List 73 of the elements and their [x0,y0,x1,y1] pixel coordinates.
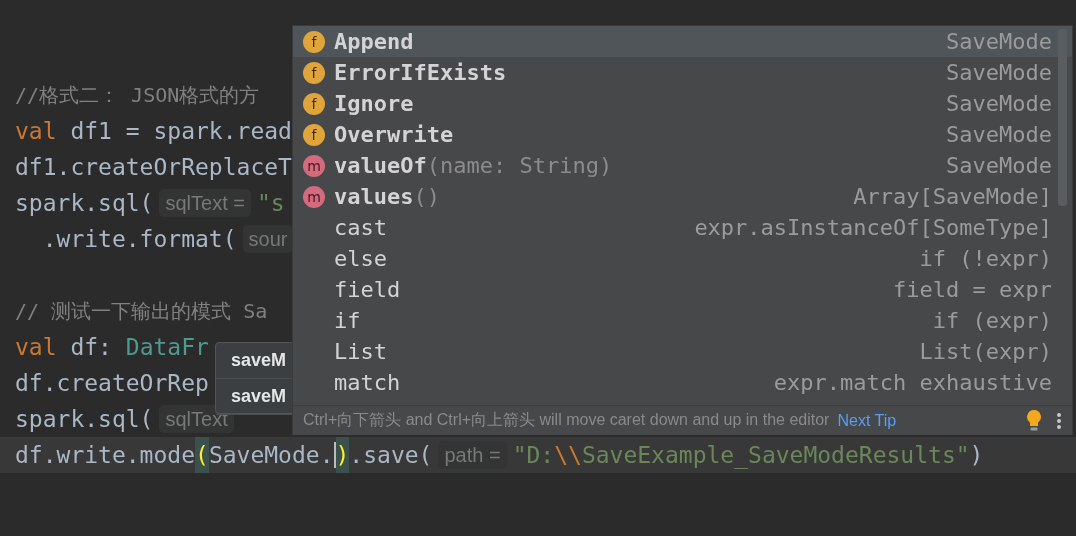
item-type: if (expr) [932,308,1052,333]
item-type: SaveMode [946,60,1052,85]
completion-item[interactable]: f Ignore SaveMode [293,88,1072,119]
next-tip-link[interactable]: Next Tip [837,411,897,430]
string-literal: "s [256,189,285,218]
completion-item[interactable]: else if (!expr) [293,243,1072,274]
item-type: SaveMode [946,91,1052,116]
item-type: expr.asInstanceOf[SomeType] [694,215,1052,240]
code-text: df1.createOrReplaceT [15,153,292,182]
item-name: cast [334,215,387,240]
field-icon: f [303,123,325,146]
code-comment: //格式二： JSON格式的方 [15,82,260,109]
item-name: match [334,370,401,395]
completion-item[interactable]: m valueOf(name: String) SaveMode [293,150,1072,181]
code-text: spark.sql( [15,405,154,434]
parameter-hint: sqlText = [159,189,251,217]
item-name: Append [334,29,414,54]
item-name: values [334,184,414,209]
code-text: df: [69,333,113,362]
type-name: DataFr [125,333,209,362]
item-name: field [334,277,401,302]
item-name: else [334,246,387,271]
code-text: .save( [349,441,433,470]
item-parameters: (name: String) [426,153,613,178]
completion-item[interactable]: f Append SaveMode [293,26,1072,57]
code-comment: // 测试一下输出的模式 Sa [15,298,268,325]
matched-bracket: ( [195,437,209,473]
item-name: List [334,339,387,364]
item-name: valueOf [334,153,427,178]
more-options-icon[interactable] [1056,411,1062,430]
item-type: expr.match exhaustive [773,370,1052,395]
parameter-hint: sour [242,225,294,253]
field-icon: f [303,30,325,53]
item-type: SaveMode [946,29,1052,54]
completion-item[interactable]: if if (expr) [293,305,1072,336]
item-name: if [334,308,361,333]
item-type: SaveMode [946,153,1052,178]
code-text: df1 = spark.read [69,117,292,146]
field-icon: f [303,61,325,84]
item-name: ErrorIfExists [334,60,507,85]
keyword: val [15,117,57,146]
method-icon: m [303,154,325,177]
completion-item[interactable]: f ErrorIfExists SaveMode [293,57,1072,88]
item-name: Overwrite [334,122,454,147]
item-type: field = expr [893,277,1052,302]
item-type: SaveMode [946,122,1052,147]
item-type: Array[SaveMode] [853,184,1052,209]
code-text: .write.format( [41,225,237,254]
string-literal: SaveExample_SaveModeResults" [581,441,970,471]
completion-item[interactable]: field field = expr [293,274,1072,305]
matched-bracket: ) [335,437,350,473]
field-icon: f [303,92,325,115]
code-text: SaveMode. [208,441,334,470]
method-icon: m [303,185,325,208]
keyword: val [15,333,57,362]
item-type: if (!expr) [919,246,1052,271]
escape-sequence: \\ [554,441,582,470]
completion-item[interactable]: f Overwrite SaveMode [293,119,1072,150]
completion-item[interactable]: m values() Array[SaveMode] [293,181,1072,212]
string-literal: "D: [512,441,555,470]
item-name: Ignore [334,91,414,116]
item-parameters: () [413,184,440,209]
parameter-hint: path = [438,441,507,469]
text-caret [333,442,336,468]
tip-text: Ctrl+向下箭头 and Ctrl+向上箭头 will move caret down and up in the editor [303,410,830,430]
code-text: df.write.mode [15,441,195,470]
code-text: spark.sql( [15,189,154,218]
code-text: df.createOrRep [15,369,209,398]
completion-item[interactable]: cast expr.asInstanceOf[SomeType] [293,212,1072,243]
lightbulb-icon [1026,408,1042,433]
item-type: List(expr) [919,339,1052,364]
code-text: ) [969,441,984,470]
parameter-hint: sqlText [159,405,234,433]
